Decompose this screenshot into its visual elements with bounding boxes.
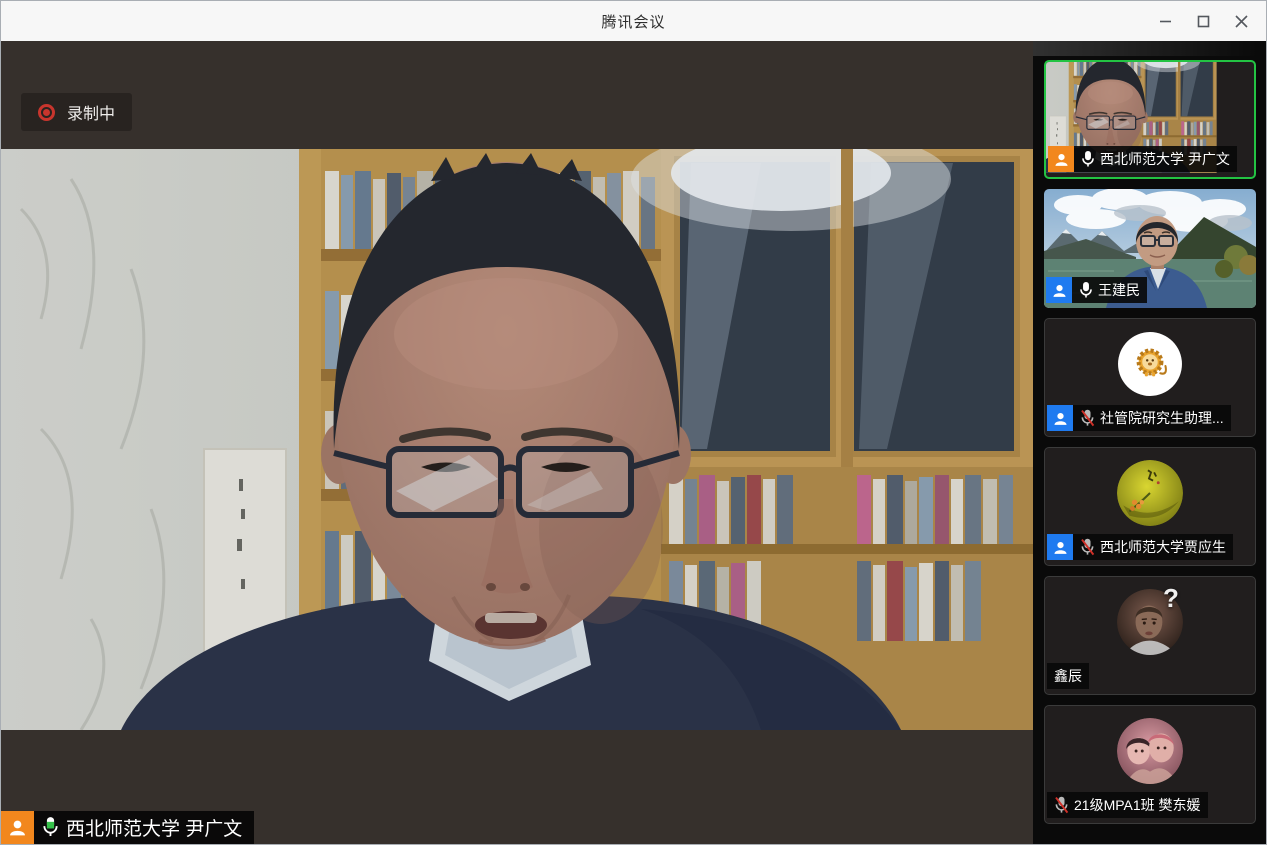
minimize-icon	[1159, 15, 1172, 28]
participant-avatar	[1117, 331, 1183, 397]
participants-sidebar[interactable]: 西北师范大学 尹广文 王建民	[1033, 41, 1267, 845]
main-speaker-name: 西北师范大学 尹广文	[66, 814, 242, 841]
participant-name: 21级MPA1班 樊东媛	[1074, 795, 1201, 815]
mic-on-icon	[1079, 281, 1093, 300]
participant-name: 西北师范大学 尹广文	[1100, 149, 1230, 169]
participant-tile-wang-jianmin[interactable]: 王建民	[1044, 189, 1256, 308]
titlebar[interactable]: 腾讯会议	[1, 1, 1266, 41]
participant-icon	[1048, 146, 1074, 172]
mic-muted-icon	[1054, 796, 1069, 815]
participant-icon	[1046, 277, 1072, 303]
participant-label: 鑫辰	[1047, 663, 1089, 689]
participant-thumbnails: 西北师范大学 尹广文 王建民	[1044, 60, 1256, 824]
mic-on-icon	[1081, 150, 1095, 169]
main-speaker-label: 西北师范大学 尹广文	[1, 811, 254, 844]
meeting-window: 腾讯会议 录制中	[0, 0, 1267, 845]
question-mark-overlay: ?	[1163, 583, 1179, 614]
speaker-video	[1, 149, 1033, 730]
mic-muted-icon	[1080, 409, 1095, 428]
minimize-button[interactable]	[1146, 5, 1184, 37]
recording-dot-icon	[38, 104, 55, 121]
participant-icon	[1047, 405, 1073, 431]
participant-name: 西北师范大学贾应生	[1100, 537, 1226, 557]
main-video-pane[interactable]: 录制中 西北师范大学 尹广文	[1, 41, 1033, 845]
participant-name: 王建民	[1098, 280, 1140, 300]
participant-name: 鑫辰	[1054, 666, 1082, 686]
maximize-icon	[1197, 15, 1210, 28]
window-controls	[1146, 1, 1260, 41]
participant-tile-yin-guangwen[interactable]: 西北师范大学 尹广文	[1044, 60, 1256, 179]
recording-indicator[interactable]: 录制中	[21, 93, 132, 131]
close-icon	[1235, 15, 1248, 28]
participant-name: 社管院研究生助理...	[1100, 408, 1224, 428]
participant-tile-assistant[interactable]: 社管院研究生助理...	[1044, 318, 1256, 437]
participant-label: 西北师范大学 尹广文	[1048, 146, 1237, 172]
participant-label: 社管院研究生助理...	[1047, 405, 1231, 431]
participant-avatar	[1117, 460, 1183, 526]
participant-tile-xinchen[interactable]: ? 鑫辰	[1044, 576, 1256, 695]
maximize-button[interactable]	[1184, 5, 1222, 37]
participant-avatar	[1117, 718, 1183, 784]
participant-label: 21级MPA1班 樊东媛	[1047, 792, 1208, 818]
recording-label: 录制中	[67, 100, 115, 124]
participant-icon	[1047, 534, 1073, 560]
participant-label: 王建民	[1046, 277, 1147, 303]
participant-tile-fan-dongyuan[interactable]: 21级MPA1班 樊东媛	[1044, 705, 1256, 824]
mic-level-icon	[42, 816, 59, 839]
participant-tile-jia-yingsheng[interactable]: 西北师范大学贾应生	[1044, 447, 1256, 566]
mic-muted-icon	[1080, 538, 1095, 557]
close-button[interactable]	[1222, 5, 1260, 37]
window-title: 腾讯会议	[601, 11, 665, 32]
participant-label: 西北师范大学贾应生	[1047, 534, 1233, 560]
participant-icon	[1, 811, 34, 844]
